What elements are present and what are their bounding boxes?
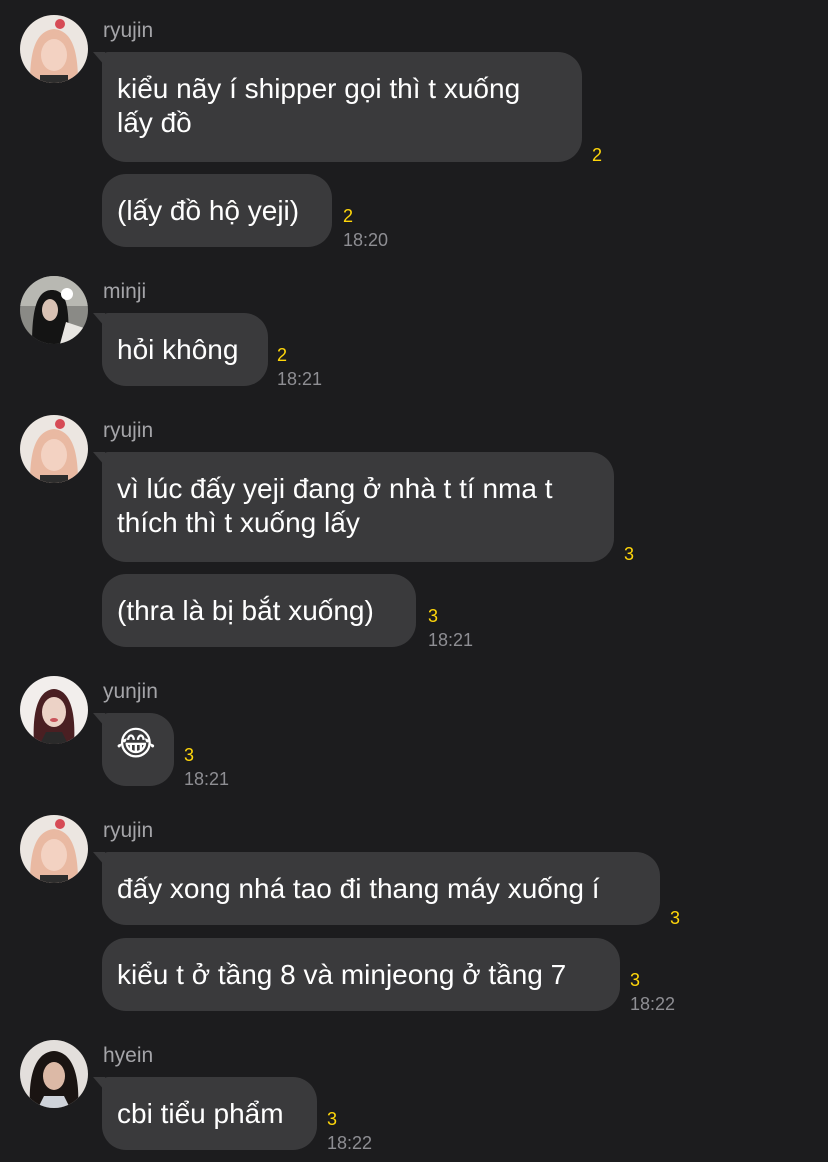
sender-name: minji: [103, 280, 147, 303]
sender-name: ryujin: [103, 819, 154, 842]
message-bubble[interactable]: kiểu t ở tầng 8 và minjeong ở tầng 7: [102, 938, 620, 1011]
message-bubble[interactable]: (thra là bị bắt xuống): [102, 574, 416, 647]
read-count: 3: [428, 606, 439, 626]
sender-name: hyein: [103, 1044, 154, 1067]
message-bubble[interactable]: (lấy đồ hộ yeji): [102, 174, 332, 247]
message-time: 18:21: [184, 769, 230, 789]
message-bubble-emoji[interactable]: 😂: [93, 713, 174, 786]
avatar-hyein[interactable]: [20, 1040, 88, 1108]
read-count: 2: [592, 145, 603, 165]
read-count: 2: [277, 345, 288, 365]
avatar-ryujin-image: [20, 415, 88, 483]
message-time: 18:20: [343, 230, 389, 250]
read-count: 3: [630, 970, 641, 990]
avatar-ryujin[interactable]: [20, 15, 88, 83]
read-count: 3: [327, 1109, 338, 1129]
avatar-hyein-image: [20, 1040, 88, 1108]
sender-name: ryujin: [103, 19, 154, 42]
read-count: 3: [184, 745, 195, 765]
message-bubble[interactable]: cbi tiểu phẩm: [93, 1077, 317, 1150]
message-time: 18:22: [630, 994, 676, 1014]
message-time: 18:22: [327, 1133, 373, 1153]
read-count: 3: [624, 544, 635, 564]
avatar-yunjin[interactable]: [20, 676, 88, 744]
avatar-ryujin-image: [20, 815, 88, 883]
avatar-ryujin-image: [20, 15, 88, 83]
sender-name: yunjin: [103, 680, 158, 703]
avatar-ryujin[interactable]: [20, 415, 88, 483]
message-bubble[interactable]: hỏi không: [93, 313, 268, 386]
read-count: 2: [343, 206, 354, 226]
avatar-ryujin[interactable]: [20, 815, 88, 883]
read-count: 3: [670, 908, 681, 928]
avatar-yunjin-image: [20, 676, 88, 744]
message-time: 18:21: [428, 630, 474, 650]
message-bubble[interactable]: kiểu nãy í shipper gọi thì t xuống lấy đ…: [93, 52, 582, 162]
avatar-minji[interactable]: [20, 276, 88, 344]
message-bubble[interactable]: đấy xong nhá tao đi thang máy xuống í: [93, 852, 660, 925]
message-time: 18:21: [277, 369, 323, 389]
avatar-minji-image: [20, 276, 88, 344]
sender-name: ryujin: [103, 419, 154, 442]
message-bubble[interactable]: vì lúc đấy yeji đang ở nhà t tí nma t th…: [93, 452, 614, 562]
